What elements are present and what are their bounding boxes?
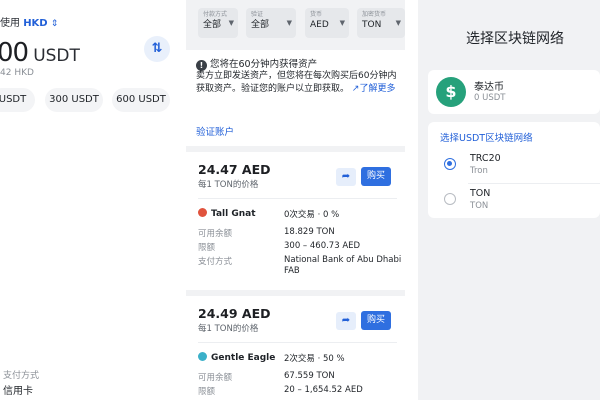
page-title: 选择区块链网络 (466, 31, 564, 47)
buy-button[interactable]: 购买 (361, 311, 391, 330)
merchant-name: Tall Gnat (211, 209, 256, 219)
filter-label: 货币 (310, 11, 323, 18)
network-chain: TON (470, 201, 489, 211)
payment-method-label: 支付方式 (3, 371, 40, 381)
limit-label: 限额 (198, 387, 216, 397)
merchant-trade-stats: 0次交易 · 0 % (284, 210, 340, 220)
filter-crypto[interactable]: 加密货币 TON ▼ (357, 8, 405, 38)
amount-display[interactable]: 00 USDT (0, 38, 80, 68)
verify-account-link[interactable]: 验证账户 (196, 124, 234, 138)
buy-crypto-panel: 使用 HKD ⇕ 00 USDT 42 HKD ⇅ USDT 300 USDT … (0, 0, 182, 400)
merchant-name-row[interactable]: Tall Gnat (198, 208, 256, 219)
currency-prefix: 使用 (0, 18, 20, 29)
switch-currency-icon: ⇕ (50, 19, 59, 29)
network-chain: Tron (470, 166, 488, 176)
filter-label: 验证 (251, 11, 264, 18)
filter-label: 加密货币 (362, 11, 387, 18)
offer-price-unit: 每1 TON的价格 (198, 324, 259, 334)
share-icon[interactable]: ➦ (336, 312, 356, 330)
offer-card: 24.47 AED 每1 TON的价格 ➦ 购买 Tall Gnat 0次交易 … (186, 152, 405, 290)
selected-coin-card[interactable]: $ 泰达币 0 USDT (428, 70, 600, 114)
network-name: TRC20 (470, 153, 501, 164)
learn-more-link[interactable]: ↗了解更多 (352, 84, 396, 94)
chevron-down-icon: ▼ (228, 19, 234, 27)
notice-heading: 您将在60分钟内获得资产 (210, 59, 318, 70)
chevron-down-icon: ▼ (395, 19, 401, 27)
p2p-offers-panel: 付款方式 全部 ▼ 验证 全部 ▼ 货币 AED ▼ 加密货币 TON ▼ ! 您… (186, 0, 405, 400)
coin-name: 泰达币 (474, 82, 504, 93)
limit-value: 20 – 1,654.52 AED (284, 385, 363, 395)
filter-currency[interactable]: 货币 AED ▼ (305, 8, 349, 38)
amount-fiat-equivalent: 42 HKD (0, 68, 34, 78)
merchant-name-row[interactable]: Gentle Eagle (198, 352, 275, 363)
share-icon[interactable]: ➦ (336, 168, 356, 186)
chevron-down-icon: ▼ (286, 19, 292, 27)
divider (198, 198, 397, 199)
quick-amount-chip[interactable]: 600 USDT (112, 88, 170, 112)
currency-code: HKD (23, 18, 48, 29)
available-label: 可用余额 (198, 229, 233, 239)
offer-card: 24.49 AED 每1 TON的价格 ➦ 购买 Gentle Eagle 2次… (186, 296, 405, 400)
asset-hold-notice: ! 您将在60分钟内获得资产 卖方立即发送资产，但您将在每次购买后60分钟内获取资… (186, 50, 405, 146)
radio-unselected-icon[interactable] (444, 193, 456, 205)
payment-method-value[interactable]: 信用卡 (3, 382, 33, 397)
filter-bar: 付款方式 全部 ▼ 验证 全部 ▼ 货币 AED ▼ 加密货币 TON ▼ (186, 0, 405, 46)
tether-dollar-icon: $ (436, 77, 466, 107)
payment-method-label: 支付方式 (198, 257, 233, 267)
quick-amount-chip[interactable]: 300 USDT (45, 88, 103, 112)
filter-label: 付款方式 (203, 11, 228, 18)
merchant-avatar-icon (198, 352, 207, 361)
quick-amount-chip[interactable]: USDT (0, 88, 35, 112)
notice-heading-row: ! 您将在60分钟内获得资产 (196, 56, 317, 71)
available-value: 67.559 TON (284, 371, 335, 381)
radio-selected-icon[interactable] (444, 158, 456, 170)
amount-unit: USDT (33, 46, 80, 66)
available-value: 18.829 TON (284, 227, 335, 237)
network-list-heading: 选择USDT区块链网络 (440, 133, 533, 144)
network-option-ton[interactable]: TON TON (428, 184, 600, 218)
swap-direction-icon[interactable]: ⇅ (144, 36, 170, 62)
merchant-avatar-icon (198, 208, 207, 217)
learn-more-label: 了解更多 (359, 84, 396, 94)
chevron-down-icon: ▼ (339, 19, 345, 27)
payment-method-value: National Bank of Abu Dhabi (284, 255, 402, 265)
notice-body: 卖方立即发送资产，但您将在每次购买后60分钟内获取资产。验证您的账户以立即获取。… (196, 70, 401, 96)
limit-value: 300 – 460.73 AED (284, 241, 361, 251)
merchant-name: Gentle Eagle (211, 353, 276, 363)
offer-price-unit: 每1 TON的价格 (198, 180, 259, 190)
divider (198, 342, 397, 343)
filter-verification[interactable]: 验证 全部 ▼ (246, 8, 296, 38)
coin-balance: 0 USDT (474, 93, 506, 103)
available-label: 可用余额 (198, 373, 233, 383)
limit-label: 限额 (198, 243, 216, 253)
payment-method-value-line2: FAB (284, 266, 300, 276)
merchant-trade-stats: 2次交易 · 50 % (284, 354, 345, 364)
offer-price: 24.49 AED (198, 306, 271, 321)
currency-selector[interactable]: 使用 HKD ⇕ (0, 14, 58, 29)
network-name: TON (470, 188, 491, 199)
network-option-trc20[interactable]: TRC20 Tron (428, 149, 600, 183)
filter-payment-method[interactable]: 付款方式 全部 ▼ (198, 8, 238, 38)
network-select-panel: 选择区块链网络 $ 泰达币 0 USDT 选择USDT区块链网络 TRC20 T… (418, 0, 600, 400)
offer-price: 24.47 AED (198, 162, 271, 177)
network-list-card: 选择USDT区块链网络 TRC20 Tron TON TON (428, 122, 600, 218)
buy-button[interactable]: 购买 (361, 167, 391, 186)
amount-value: 00 (0, 38, 29, 68)
